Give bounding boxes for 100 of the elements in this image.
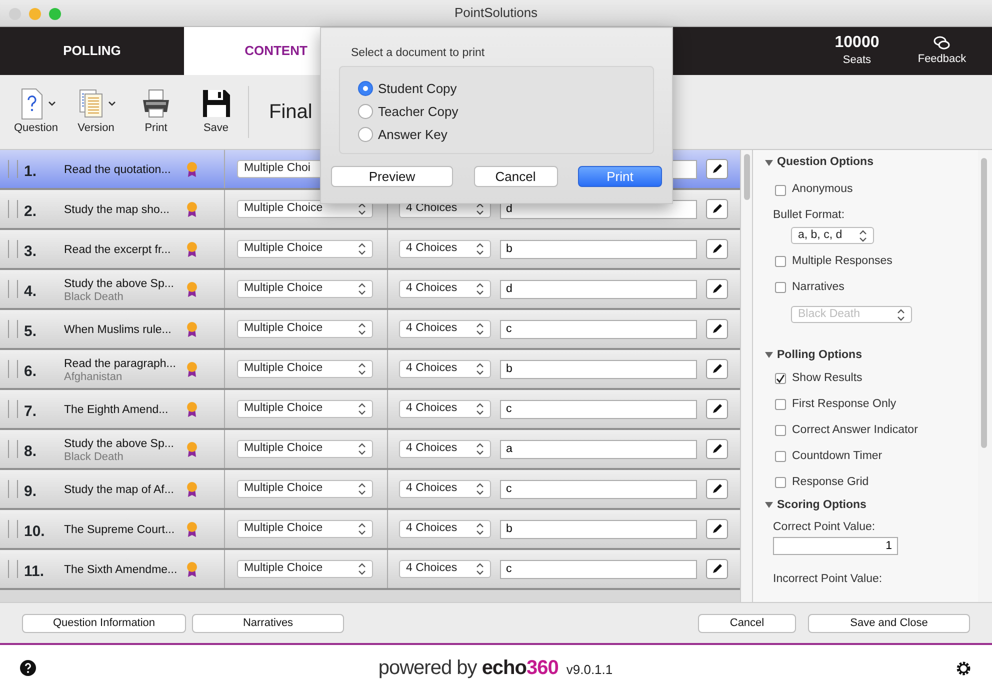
drag-handle-icon[interactable] — [8, 200, 18, 218]
drag-handle-icon[interactable] — [8, 480, 18, 498]
answer-field[interactable]: b — [500, 520, 697, 538]
choices-select[interactable]: 4 Choices — [399, 560, 491, 578]
drag-handle-icon[interactable] — [8, 520, 18, 538]
action-button[interactable]: Save and Close — [808, 614, 970, 632]
settings-icon[interactable] — [955, 660, 972, 676]
drag-handle-icon[interactable] — [8, 280, 18, 298]
toolbar-button[interactable]: Save — [188, 87, 244, 137]
brand-text: powered by echo360 — [378, 656, 558, 681]
edit-button[interactable] — [706, 239, 728, 259]
edit-button[interactable] — [706, 479, 728, 499]
choices-select[interactable]: 4 Choices — [399, 520, 491, 538]
choices-select[interactable]: 4 Choices — [399, 240, 491, 258]
question-row[interactable]: 7. The Eighth Amend... Multiple Choice 4 Choices c — [0, 390, 740, 430]
section-header[interactable]: Question Options — [765, 153, 978, 173]
question-type-select[interactable]: Multiple Choice — [237, 400, 373, 418]
question-row[interactable]: 5. When Muslims rule... Multiple Choice 4 Choices c — [0, 310, 740, 350]
scrollbar[interactable] — [740, 150, 752, 602]
checkbox[interactable]: Countdown Timer — [775, 443, 978, 470]
question-row[interactable]: 8. Study the above Sp... Black Death Multiple Choice 4 Choices a — [0, 430, 740, 470]
edit-button[interactable] — [706, 159, 728, 179]
checkbox[interactable]: Show Results — [775, 365, 978, 392]
question-row[interactable]: 11. The Sixth Amendme... Multiple Choice 4 Choices c — [0, 550, 740, 590]
choices-select[interactable]: 4 Choices — [399, 480, 491, 498]
window-control-button[interactable] — [29, 8, 41, 20]
question-row[interactable]: 4. Study the above Sp... Black Death Multiple Choice 4 Choices d — [0, 270, 740, 310]
answer-field[interactable]: c — [500, 480, 697, 498]
question-row[interactable]: 10. The Supreme Court... Multiple Choice 4 Choices b — [0, 510, 740, 550]
checkbox[interactable]: Anonymous — [775, 177, 978, 203]
question-type-select[interactable]: Multiple Choice — [237, 560, 373, 578]
toolbar-button[interactable]: Version — [68, 87, 124, 137]
action-button[interactable]: Narratives — [192, 614, 344, 632]
caret-icon — [108, 100, 116, 107]
action-button[interactable]: Cancel — [698, 614, 796, 632]
edit-button[interactable] — [706, 519, 728, 539]
dialog-button[interactable]: Cancel — [474, 166, 558, 188]
section-header[interactable]: Polling Options — [765, 345, 978, 366]
edit-button[interactable] — [706, 279, 728, 299]
radio-option[interactable]: Student Copy — [358, 77, 457, 100]
drag-handle-icon[interactable] — [8, 400, 18, 418]
checkbox[interactable]: Correct Answer Indicator — [775, 417, 978, 444]
drag-handle-icon[interactable] — [8, 240, 18, 258]
toolbar-button[interactable]: Print — [128, 87, 184, 137]
choices-select[interactable]: 4 Choices — [399, 320, 491, 338]
question-type-select[interactable]: Multiple Choice — [237, 240, 373, 258]
question-text: The Supreme Court... — [64, 523, 176, 537]
question-text: Study the map of Af... — [64, 483, 175, 497]
choices-select[interactable]: 4 Choices — [399, 400, 491, 418]
answer-field[interactable]: d — [500, 280, 697, 298]
pencil-icon — [711, 243, 723, 255]
radio-option[interactable]: Answer Key — [358, 123, 448, 146]
edit-button[interactable] — [706, 319, 728, 339]
section-header[interactable]: Scoring Options — [765, 495, 978, 516]
answer-field[interactable]: c — [500, 560, 697, 578]
action-button[interactable]: Question Information — [22, 614, 186, 632]
award-ribbon-icon — [186, 561, 198, 577]
question-type-select[interactable]: Multiple Choice — [237, 480, 373, 498]
question-type-select[interactable]: Multiple Choice — [237, 440, 373, 458]
updown-icon — [896, 308, 906, 321]
question-type-select[interactable]: Multiple Choice — [237, 280, 373, 298]
question-row[interactable]: 9. Study the map of Af... Multiple Choice 4 Choices c — [0, 470, 740, 510]
dropdown[interactable]: a, b, c, d — [791, 227, 874, 244]
edit-button[interactable] — [706, 559, 728, 579]
question-type-select[interactable]: Multiple Choice — [237, 360, 373, 378]
feedback-button[interactable]: Feedback — [902, 27, 982, 75]
radio-option[interactable]: Teacher Copy — [358, 100, 458, 124]
drag-handle-icon[interactable] — [8, 560, 18, 578]
number-field[interactable]: 1 — [773, 536, 898, 554]
answer-field[interactable]: b — [500, 360, 697, 378]
question-type-select[interactable]: Multiple Choice — [237, 200, 373, 218]
toolbar-button[interactable]: Question — [8, 87, 64, 137]
choices-select[interactable]: 4 Choices — [399, 440, 491, 458]
question-row[interactable]: 3. Read the excerpt fr... Multiple Choice 4 Choices b — [0, 230, 740, 270]
checkbox[interactable]: Response Grid — [775, 469, 978, 496]
answer-field[interactable]: c — [500, 320, 697, 338]
checkbox[interactable]: First Response Only — [775, 391, 978, 418]
answer-field[interactable]: a — [500, 440, 697, 458]
edit-button[interactable] — [706, 359, 728, 379]
drag-handle-icon[interactable] — [8, 320, 18, 338]
checkbox[interactable]: Narratives — [775, 274, 978, 300]
question-row[interactable]: 6. Read the paragraph... Afghanistan Multiple Choice 4 Choices b — [0, 350, 740, 390]
question-number: 7. — [24, 402, 38, 422]
drag-handle-icon[interactable] — [8, 440, 18, 458]
dialog-button[interactable]: Preview — [331, 166, 453, 188]
answer-field[interactable]: c — [500, 400, 697, 418]
question-type-select[interactable]: Multiple Choice — [237, 320, 373, 338]
edit-button[interactable] — [706, 199, 728, 219]
choices-select[interactable]: 4 Choices — [399, 360, 491, 378]
edit-button[interactable] — [706, 399, 728, 419]
answer-field[interactable]: b — [500, 240, 697, 258]
checkbox[interactable]: Multiple Responses — [775, 248, 978, 274]
help-icon[interactable] — [20, 660, 36, 676]
window-control-button[interactable] — [49, 8, 61, 20]
drag-handle-icon[interactable] — [8, 160, 18, 178]
choices-select[interactable]: 4 Choices — [399, 280, 491, 298]
edit-button[interactable] — [706, 439, 728, 459]
drag-handle-icon[interactable] — [8, 360, 18, 378]
question-type-select[interactable]: Multiple Choice — [237, 520, 373, 538]
narrative-label: Black Death — [64, 450, 124, 464]
